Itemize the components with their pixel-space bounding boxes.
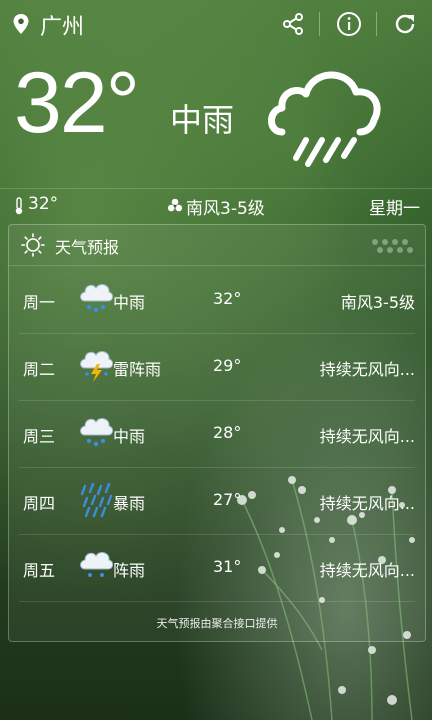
thunderstorm-icon	[80, 351, 114, 382]
forecast-condition: 雷阵雨	[113, 360, 162, 379]
forecast-day: 周二	[23, 360, 56, 379]
share-button[interactable]	[279, 10, 307, 38]
forecast-condition: 阵雨	[113, 561, 146, 580]
current-condition: 中雨	[170, 101, 235, 139]
forecast-wind: 南风3-5级	[340, 293, 415, 312]
forecast-day: 周五	[23, 561, 56, 580]
info-button[interactable]	[335, 10, 363, 38]
sun-icon	[21, 233, 45, 257]
forecast-condition: 暴雨	[113, 494, 146, 513]
share-icon	[283, 13, 303, 35]
forecast-row: 周三 中雨 28° 持续无风向...	[19, 401, 415, 468]
data-source-note: 天气预报由聚合接口提供	[156, 617, 278, 630]
forecast-temp: 28°	[213, 423, 242, 442]
info-icon	[337, 12, 361, 36]
forecast-day: 周四	[23, 494, 56, 513]
forecast-day: 周一	[23, 293, 56, 312]
city-name[interactable]: 广州	[40, 9, 84, 41]
location-pin-icon	[13, 14, 29, 34]
forecast-wind: 持续无风向...	[319, 427, 415, 446]
forecast-condition: 中雨	[113, 427, 146, 446]
current-temperature: 32°	[14, 55, 140, 151]
forecast-condition: 中雨	[113, 293, 146, 312]
moderate-rain-icon	[80, 418, 114, 447]
wind-info: 南风3-5级	[186, 199, 265, 219]
forecast-wind: 持续无风向...	[319, 561, 415, 580]
top-bar: 广州	[0, 0, 432, 48]
feels-like-temp: 32°	[28, 194, 59, 214]
forecast-header: 天气预报	[9, 225, 425, 266]
heavy-rain-icon	[80, 482, 113, 518]
current-details-row: 32° 南风3-5级 星期一	[0, 188, 432, 223]
refresh-button[interactable]	[391, 10, 419, 38]
weather-pattern-icon	[372, 239, 413, 253]
forecast-temp: 29°	[213, 356, 242, 375]
thermometer-icon	[15, 197, 23, 215]
forecast-temp: 31°	[213, 557, 242, 576]
refresh-icon	[395, 14, 415, 34]
moderate-rain-icon	[80, 284, 114, 313]
forecast-temp: 32°	[213, 289, 242, 308]
rain-cloud-icon	[268, 71, 381, 167]
shower-icon	[80, 552, 114, 577]
divider	[319, 12, 320, 36]
divider	[376, 12, 377, 36]
weekday: 星期一	[369, 199, 420, 219]
forecast-row: 周二 雷阵雨 29° 持续无风向...	[19, 334, 415, 401]
forecast-day: 周三	[23, 427, 56, 446]
forecast-row: 周一 中雨 32° 南风3-5级	[19, 267, 415, 334]
forecast-wind: 持续无风向...	[319, 360, 415, 379]
forecast-row: 周四 暴雨 27° 持续无风向...	[19, 468, 415, 535]
forecast-row: 周五 阵雨 31° 持续无风向...	[19, 535, 415, 602]
forecast-title: 天气预报	[55, 238, 120, 257]
forecast-card: 天气预报 周一 中雨 32° 南风3-5级 周二 雷阵雨 29° 持续无风向..…	[8, 224, 426, 642]
wind-fan-icon	[167, 198, 183, 212]
forecast-temp: 27°	[213, 490, 242, 509]
forecast-wind: 持续无风向...	[319, 494, 415, 513]
